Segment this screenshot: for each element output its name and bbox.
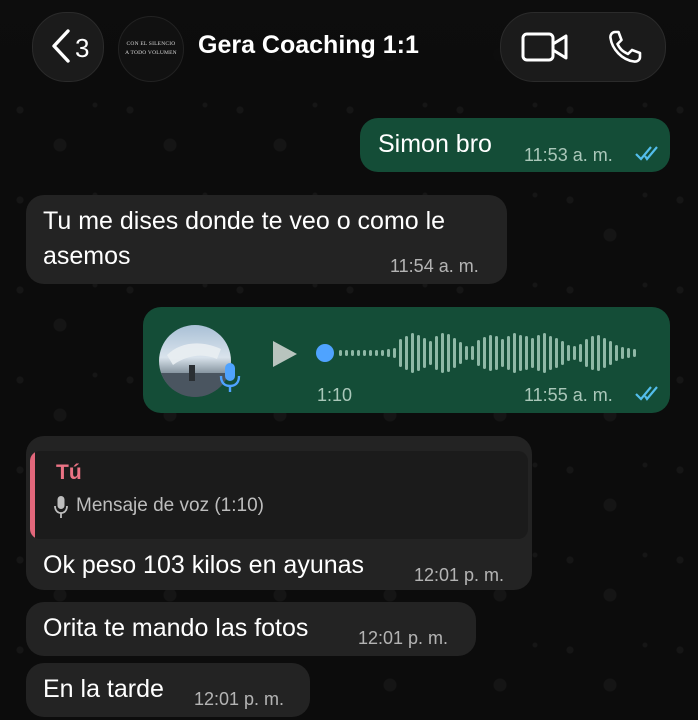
voice-duration: 1:10 bbox=[317, 385, 353, 405]
waveform-bar bbox=[471, 346, 474, 360]
message-time: 11:53 a. m. bbox=[524, 145, 613, 165]
waveform-bar bbox=[399, 339, 402, 367]
quoted-message[interactable]: Tú Mensaje de voz (1:10) bbox=[30, 451, 528, 539]
waveform-bar bbox=[339, 350, 342, 356]
waveform-bar bbox=[351, 350, 354, 356]
waveform-bar bbox=[501, 339, 504, 367]
waveform-bar bbox=[387, 349, 390, 357]
waveform-bar bbox=[519, 335, 522, 371]
message-bubble-incoming[interactable]: Orita te mando las fotos 12:01 p. m. bbox=[26, 602, 476, 656]
waveform-bar bbox=[429, 341, 432, 365]
play-icon[interactable] bbox=[269, 339, 299, 369]
waveform-bar bbox=[513, 333, 516, 373]
message-time: 12:01 p. m. bbox=[358, 628, 449, 648]
read-receipt-icon bbox=[635, 146, 658, 161]
quote-author: Tú bbox=[56, 461, 82, 484]
waveform-bar bbox=[591, 336, 594, 370]
message-text-line: Tu me dises donde te veo o como le bbox=[43, 207, 446, 235]
message-bubble-incoming[interactable]: En la tarde 12:01 p. m. bbox=[26, 663, 310, 717]
waveform-bar bbox=[567, 345, 570, 361]
message-text: En la tarde bbox=[43, 675, 164, 703]
waveform-bar bbox=[627, 348, 630, 358]
message-text: Orita te mando las fotos bbox=[43, 614, 309, 642]
waveform-bar bbox=[393, 348, 396, 358]
waveform-bar bbox=[597, 335, 600, 371]
avatar-text-line: A TODO VOLUMEN bbox=[125, 50, 177, 56]
waveform-bar bbox=[609, 341, 612, 365]
waveform-bar bbox=[405, 336, 408, 370]
message-bubble-outgoing[interactable]: Simon bro 11:53 a. m. bbox=[360, 118, 670, 172]
waveform-bar bbox=[495, 336, 498, 370]
waveform-bar bbox=[369, 350, 372, 356]
quote-accent-bar bbox=[30, 451, 35, 539]
waveform-bar bbox=[483, 337, 486, 369]
chat-header: 3 CON EL SILENCIO A TODO VOLUMEN Gera Co… bbox=[0, 0, 698, 96]
chat-title[interactable]: Gera Coaching 1:1 bbox=[198, 31, 419, 60]
waveform-bar bbox=[555, 338, 558, 368]
waveform-bar bbox=[531, 338, 534, 368]
waveform-bar bbox=[603, 338, 606, 368]
waveform-bar bbox=[543, 333, 546, 373]
waveform-bar bbox=[345, 350, 348, 356]
waveform-bar bbox=[615, 345, 618, 361]
waveform-bar bbox=[549, 336, 552, 370]
waveform-bar bbox=[411, 333, 414, 373]
message-text: Ok peso 103 kilos en ayunas bbox=[43, 551, 365, 579]
microphone-icon bbox=[54, 496, 68, 518]
message-text: Simon bro bbox=[378, 130, 492, 158]
waveform-bar bbox=[441, 333, 444, 373]
waveform-bar bbox=[561, 341, 564, 365]
microphone-icon bbox=[219, 363, 241, 392]
call-actions bbox=[500, 12, 666, 82]
message-time: 11:54 a. m. bbox=[390, 256, 479, 276]
message-time: 12:01 p. m. bbox=[414, 565, 505, 585]
waveform-bar bbox=[363, 350, 366, 356]
waveform-bar bbox=[621, 347, 624, 359]
waveform-bar bbox=[489, 335, 492, 371]
audio-waveform[interactable] bbox=[315, 327, 655, 379]
waveform-bar bbox=[375, 350, 378, 356]
message-time: 11:55 a. m. bbox=[524, 385, 613, 405]
quote-text: Mensaje de voz (1:10) bbox=[76, 495, 264, 516]
playback-position-dot[interactable] bbox=[316, 344, 334, 362]
phone-icon[interactable] bbox=[607, 29, 643, 65]
waveform-bar bbox=[381, 350, 384, 356]
waveform-bar bbox=[633, 349, 636, 357]
chevron-left-icon bbox=[52, 29, 70, 63]
contact-avatar[interactable]: CON EL SILENCIO A TODO VOLUMEN bbox=[118, 16, 184, 82]
waveform-bar bbox=[453, 338, 456, 368]
back-button[interactable]: 3 bbox=[32, 12, 104, 82]
message-bubble-incoming[interactable]: Tu me dises donde te veo o como le asemo… bbox=[26, 195, 507, 284]
waveform-bar bbox=[525, 336, 528, 370]
unread-count: 3 bbox=[75, 33, 90, 63]
waveform-bar bbox=[357, 350, 360, 356]
waveform-bar bbox=[465, 346, 468, 360]
video-camera-icon[interactable] bbox=[521, 31, 569, 63]
message-text-line: asemos bbox=[43, 242, 131, 270]
waveform-bar bbox=[573, 346, 576, 360]
message-time: 12:01 p. m. bbox=[194, 689, 285, 709]
voice-message-bubble[interactable]: 1:10 11:55 a. m. bbox=[143, 307, 670, 413]
waveform-bar bbox=[459, 342, 462, 364]
waveform-bar bbox=[507, 336, 510, 370]
waveform-bar bbox=[447, 334, 450, 372]
waveform-bar bbox=[417, 335, 420, 371]
waveform-bar bbox=[423, 338, 426, 368]
waveform-bar bbox=[537, 335, 540, 371]
waveform-bar bbox=[585, 339, 588, 367]
read-receipt-icon bbox=[635, 386, 658, 401]
avatar-text-line: CON EL SILENCIO bbox=[126, 41, 176, 47]
waveform-bar bbox=[435, 336, 438, 370]
waveform-bar bbox=[477, 340, 480, 366]
waveform-bar bbox=[579, 344, 582, 362]
